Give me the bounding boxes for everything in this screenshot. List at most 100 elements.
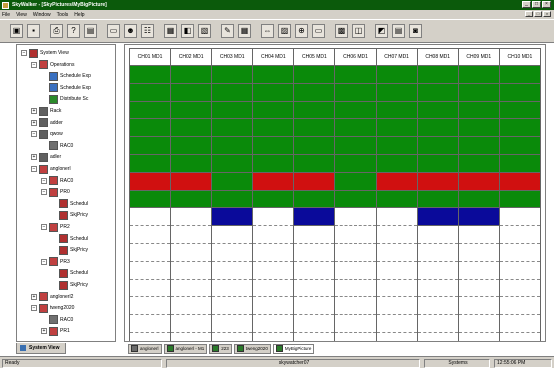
collapse-icon[interactable]: − bbox=[41, 177, 47, 184]
grid-cell[interactable] bbox=[293, 278, 336, 298]
channel-header[interactable]: CH08 MD1 bbox=[416, 48, 459, 66]
edit-icon[interactable]: ✎ bbox=[221, 24, 234, 38]
open-icon[interactable]: ▣ bbox=[10, 24, 23, 38]
move-icon[interactable]: ⇔ bbox=[261, 24, 274, 38]
grid-cell[interactable] bbox=[375, 331, 418, 341]
grid-cell[interactable] bbox=[334, 118, 377, 138]
expand-icon[interactable]: + bbox=[41, 328, 47, 335]
grid-cell[interactable] bbox=[128, 242, 172, 262]
grid-cell[interactable] bbox=[457, 118, 500, 138]
tree-item[interactable]: − PR3 bbox=[41, 257, 70, 267]
tree-item[interactable]: Schedule Exp bbox=[41, 71, 91, 81]
grid-cell[interactable] bbox=[498, 82, 542, 102]
grid-cell[interactable] bbox=[252, 136, 295, 155]
channel-header[interactable]: CH01 MD1 bbox=[128, 48, 172, 66]
grid-cell[interactable] bbox=[170, 278, 213, 298]
grid-cell[interactable] bbox=[128, 225, 172, 244]
tree-item[interactable]: − tweng2020 bbox=[31, 303, 74, 313]
lock-icon[interactable]: ◙ bbox=[409, 24, 422, 38]
grid-cell[interactable] bbox=[211, 118, 254, 138]
mdi-close-button[interactable]: × bbox=[543, 11, 551, 17]
grid-cell[interactable] bbox=[252, 225, 295, 244]
document-tab[interactable]: anglonerl - M1 bbox=[163, 343, 208, 354]
tree-item[interactable]: + adler bbox=[31, 152, 61, 162]
grid-cell[interactable] bbox=[416, 82, 459, 102]
grid-cell[interactable] bbox=[252, 100, 295, 120]
grid-cell[interactable] bbox=[457, 225, 500, 244]
grid-cell[interactable] bbox=[498, 171, 542, 191]
grid-cell[interactable] bbox=[293, 82, 336, 102]
tree-item[interactable]: RAC0 bbox=[41, 141, 73, 151]
layout-icon[interactable]: ▨ bbox=[278, 24, 291, 38]
grid-cell[interactable] bbox=[293, 260, 336, 280]
grid-icon[interactable]: ▦ bbox=[238, 24, 251, 38]
grid-cell[interactable] bbox=[375, 278, 418, 298]
tree-item[interactable]: Schedul bbox=[51, 199, 88, 209]
users-icon[interactable]: ☻ bbox=[124, 24, 137, 38]
grid-cell[interactable] bbox=[498, 331, 542, 341]
tree-item[interactable]: − Operations bbox=[31, 60, 74, 70]
grid-cell[interactable] bbox=[416, 314, 459, 333]
grid-cell[interactable] bbox=[457, 314, 500, 333]
grid-cell[interactable] bbox=[457, 171, 500, 191]
grid-cell[interactable] bbox=[170, 136, 213, 155]
grid-cell[interactable] bbox=[211, 100, 254, 120]
collapse-icon[interactable]: − bbox=[31, 61, 37, 68]
window-icon[interactable]: ▭ bbox=[312, 24, 325, 38]
grid-cell[interactable] bbox=[170, 314, 213, 333]
title-bar[interactable]: SkyWalker - [SkyPictures\MyBigPicture] _… bbox=[0, 0, 554, 10]
tree-item[interactable]: RAC0 bbox=[41, 315, 73, 325]
grid-cell[interactable] bbox=[170, 207, 213, 227]
save-icon[interactable]: ▪ bbox=[27, 24, 40, 38]
grid-cell[interactable] bbox=[211, 314, 254, 333]
grid-cell[interactable] bbox=[293, 171, 336, 191]
zoom-icon[interactable]: ⊕ bbox=[295, 24, 308, 38]
grid-cell[interactable] bbox=[211, 189, 254, 209]
document-tab[interactable]: 223 bbox=[209, 343, 232, 354]
grid-cell[interactable] bbox=[457, 189, 500, 209]
grid-cell[interactable] bbox=[498, 296, 542, 316]
grid-cell[interactable] bbox=[416, 153, 459, 173]
tree-item[interactable]: SkjPricy bbox=[51, 245, 88, 255]
grid-cell[interactable] bbox=[457, 260, 500, 280]
grid-cell[interactable] bbox=[211, 331, 254, 341]
grid-cell[interactable] bbox=[128, 65, 172, 84]
grid-cell[interactable] bbox=[293, 153, 336, 173]
grid-cell[interactable] bbox=[416, 118, 459, 138]
grid-cell[interactable] bbox=[457, 296, 500, 316]
grid-cell[interactable] bbox=[128, 260, 172, 280]
grid-cell[interactable] bbox=[457, 153, 500, 173]
grid-cell[interactable] bbox=[375, 153, 418, 173]
tree-item[interactable]: + Rack bbox=[31, 106, 61, 116]
grid-cell[interactable] bbox=[128, 207, 172, 227]
grid-cell[interactable] bbox=[498, 153, 542, 173]
grid-cell[interactable] bbox=[128, 278, 172, 298]
grid-cell[interactable] bbox=[334, 100, 377, 120]
grid-cell[interactable] bbox=[211, 278, 254, 298]
grid-cell[interactable] bbox=[498, 225, 542, 244]
menu-file[interactable]: File bbox=[2, 12, 10, 18]
channel-header[interactable]: CH06 MD1 bbox=[334, 48, 377, 66]
grid-cell[interactable] bbox=[334, 278, 377, 298]
grid-cell[interactable] bbox=[375, 207, 418, 227]
grid-cell[interactable] bbox=[334, 65, 377, 84]
tile-icon[interactable]: ◫ bbox=[352, 24, 365, 38]
grid-cell[interactable] bbox=[211, 153, 254, 173]
grid-cell[interactable] bbox=[293, 242, 336, 262]
grid-cell[interactable] bbox=[170, 100, 213, 120]
tree-item[interactable]: Schedule Exp bbox=[41, 83, 91, 93]
document-tab[interactable]: anglonerl bbox=[128, 343, 162, 354]
grid-cell[interactable] bbox=[211, 171, 254, 191]
grid-cell[interactable] bbox=[457, 331, 500, 341]
grid-cell[interactable] bbox=[252, 260, 295, 280]
maximize-button[interactable]: □ bbox=[532, 1, 541, 8]
grid-cell[interactable] bbox=[416, 207, 459, 227]
grid-cell[interactable] bbox=[375, 242, 418, 262]
menu-help[interactable]: Help bbox=[74, 12, 84, 18]
properties-icon[interactable]: ▤ bbox=[84, 24, 97, 38]
grid-cell[interactable] bbox=[375, 100, 418, 120]
menu-window[interactable]: Window bbox=[33, 12, 51, 18]
grid-cell[interactable] bbox=[128, 189, 172, 209]
grid-cell[interactable] bbox=[375, 225, 418, 244]
grid-cell[interactable] bbox=[252, 314, 295, 333]
